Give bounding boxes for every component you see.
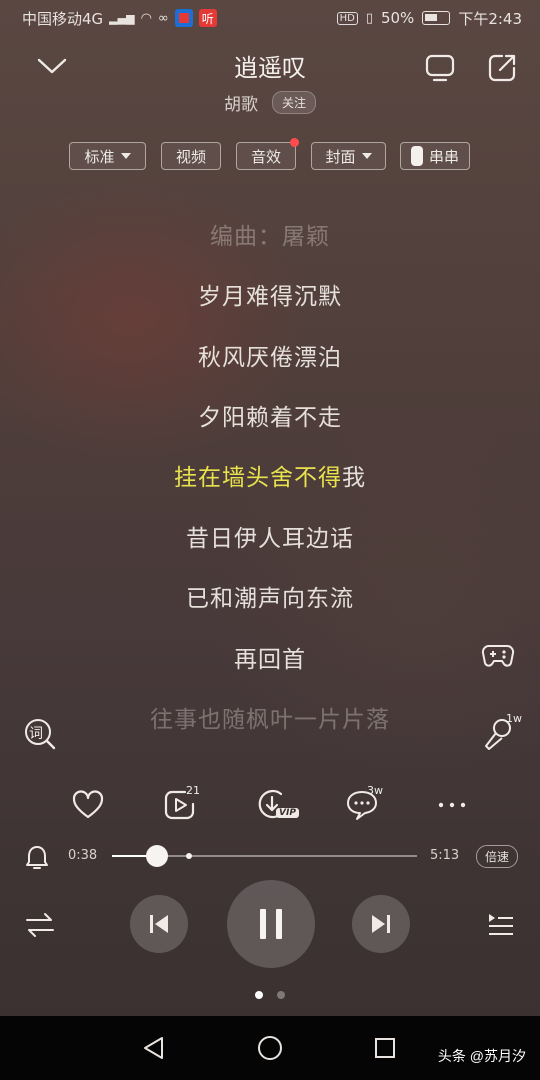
page-dot-active[interactable] [255, 991, 263, 999]
lyric-line: 夕阳赖着不走 [198, 405, 342, 431]
home-button[interactable] [240, 1016, 300, 1080]
recents-button[interactable] [355, 1016, 415, 1080]
playlist-icon [489, 914, 513, 935]
playlist-button[interactable] [486, 910, 516, 940]
progress-knob[interactable] [145, 845, 168, 867]
playback-controls [0, 880, 540, 970]
lyric-line: 已和潮声向东流 [186, 586, 354, 612]
lyric-line: 编曲：屠颖 [210, 224, 330, 250]
page-indicator [0, 991, 540, 999]
bell-icon [26, 846, 48, 869]
cast-button[interactable] [420, 48, 460, 88]
video-button[interactable]: 视频 [161, 142, 221, 170]
current-time: 0:38 [68, 848, 98, 863]
download-button[interactable]: VIP [250, 780, 299, 830]
vibrate-icon: ▯ [365, 10, 373, 26]
carrier-label: 中国移动4G [22, 9, 104, 28]
caret-down-icon [120, 153, 131, 159]
karaoke-button[interactable]: 1w [478, 712, 522, 752]
home-circle-icon [258, 1036, 282, 1060]
comment-count: 3w [367, 784, 383, 797]
effects-button[interactable]: 音效 [236, 138, 299, 170]
recents-square-icon [375, 1038, 395, 1058]
option-chips: 标准 视频 音效 封面 串串 [0, 138, 540, 172]
share-button[interactable] [482, 48, 522, 88]
lyric-line: 秋风厌倦漂泊 [198, 345, 342, 371]
lyric-line-current: 挂在墙头舍不得我 [0, 458, 540, 492]
hd-icon: HD [336, 11, 358, 25]
quality-label: 标准 [84, 147, 115, 166]
tv-icon [425, 54, 455, 82]
artist-row: 胡歌 关注 [0, 90, 540, 115]
skip-previous-icon [150, 915, 168, 933]
chuanchuan-label: 串串 [428, 147, 459, 166]
progress-row: 0:38 5:13 倍速 [0, 840, 540, 872]
skip-next-icon [372, 915, 390, 933]
next-button[interactable] [352, 895, 410, 953]
sing-count: 1w [506, 712, 522, 725]
quality-select[interactable]: 标准 [69, 142, 146, 170]
back-button[interactable] [124, 1016, 184, 1080]
battery-percent: 50% [380, 9, 415, 27]
gamepad-icon [481, 644, 515, 667]
timer-button[interactable] [22, 842, 52, 872]
wifi-icon: ◠ [140, 10, 152, 26]
progress-slider[interactable] [112, 845, 417, 867]
cover-label: 封面 [325, 147, 356, 166]
battery-icon [422, 11, 451, 25]
like-button[interactable] [66, 780, 110, 830]
lyric-icon-label: 词 [29, 726, 43, 742]
signal-icon: ▂▄▆ [109, 11, 135, 25]
lyric-tool-button[interactable]: 词 [22, 716, 58, 752]
listen-app-icon: 听 [198, 9, 217, 27]
lyric-line: 岁月难得沉默 [198, 284, 342, 310]
shuffle-icon [26, 913, 54, 937]
new-badge-dot [290, 138, 299, 147]
total-time: 5:13 [430, 848, 460, 863]
more-button[interactable] [430, 780, 474, 830]
vip-badge: VIP [276, 808, 299, 818]
share-moment-button[interactable]: 21 [158, 780, 202, 830]
comment-button[interactable]: 3w [340, 780, 384, 830]
chuanchuan-toggle[interactable]: 串串 [400, 142, 470, 170]
back-triangle-icon [144, 1037, 163, 1059]
play-mode-button[interactable] [24, 910, 56, 940]
buffer-marker [186, 853, 193, 859]
share-icon [488, 54, 516, 82]
lyric-line: 往事也随枫叶一片片落 [150, 707, 390, 733]
video-label: 视频 [175, 147, 206, 166]
pause-icon [260, 909, 282, 939]
more-icon [438, 802, 466, 808]
voicemail-icon: ∞ [157, 10, 169, 26]
toggle-icon [410, 146, 423, 166]
artist-name[interactable]: 胡歌 [224, 90, 258, 115]
share-count: 21 [186, 784, 200, 797]
clock: 下午2:43 [458, 9, 522, 28]
action-row: 21 VIP 3w [0, 780, 540, 830]
watermark: 头条 @苏月汐 [437, 1048, 526, 1064]
follow-button[interactable]: 关注 [271, 91, 316, 114]
caret-down-icon [361, 153, 372, 159]
heart-icon [72, 790, 104, 819]
lyric-sung-part: 挂在墙头舍不得 [174, 465, 342, 491]
speed-button[interactable]: 倍速 [475, 845, 518, 868]
player-header: 逍遥叹 胡歌 关注 [0, 40, 540, 120]
pause-button[interactable] [227, 880, 315, 968]
system-nav-bar: 头条 @苏月汐 [0, 1016, 540, 1080]
lyric-line: 再回首 [234, 647, 306, 673]
lyric-line: 昔日伊人耳边话 [186, 526, 354, 552]
app-notification-icon [174, 9, 193, 27]
status-bar: 中国移动4G ▂▄▆ ◠ ∞ 听 HD ▯ 50% 下午2:43 [0, 0, 540, 36]
effects-label: 音效 [250, 147, 281, 166]
previous-button[interactable] [130, 895, 188, 953]
game-button[interactable] [480, 640, 516, 672]
lyric-unsung-part: 我 [342, 465, 366, 491]
page-dot[interactable] [277, 991, 285, 999]
cover-select[interactable]: 封面 [311, 142, 386, 170]
